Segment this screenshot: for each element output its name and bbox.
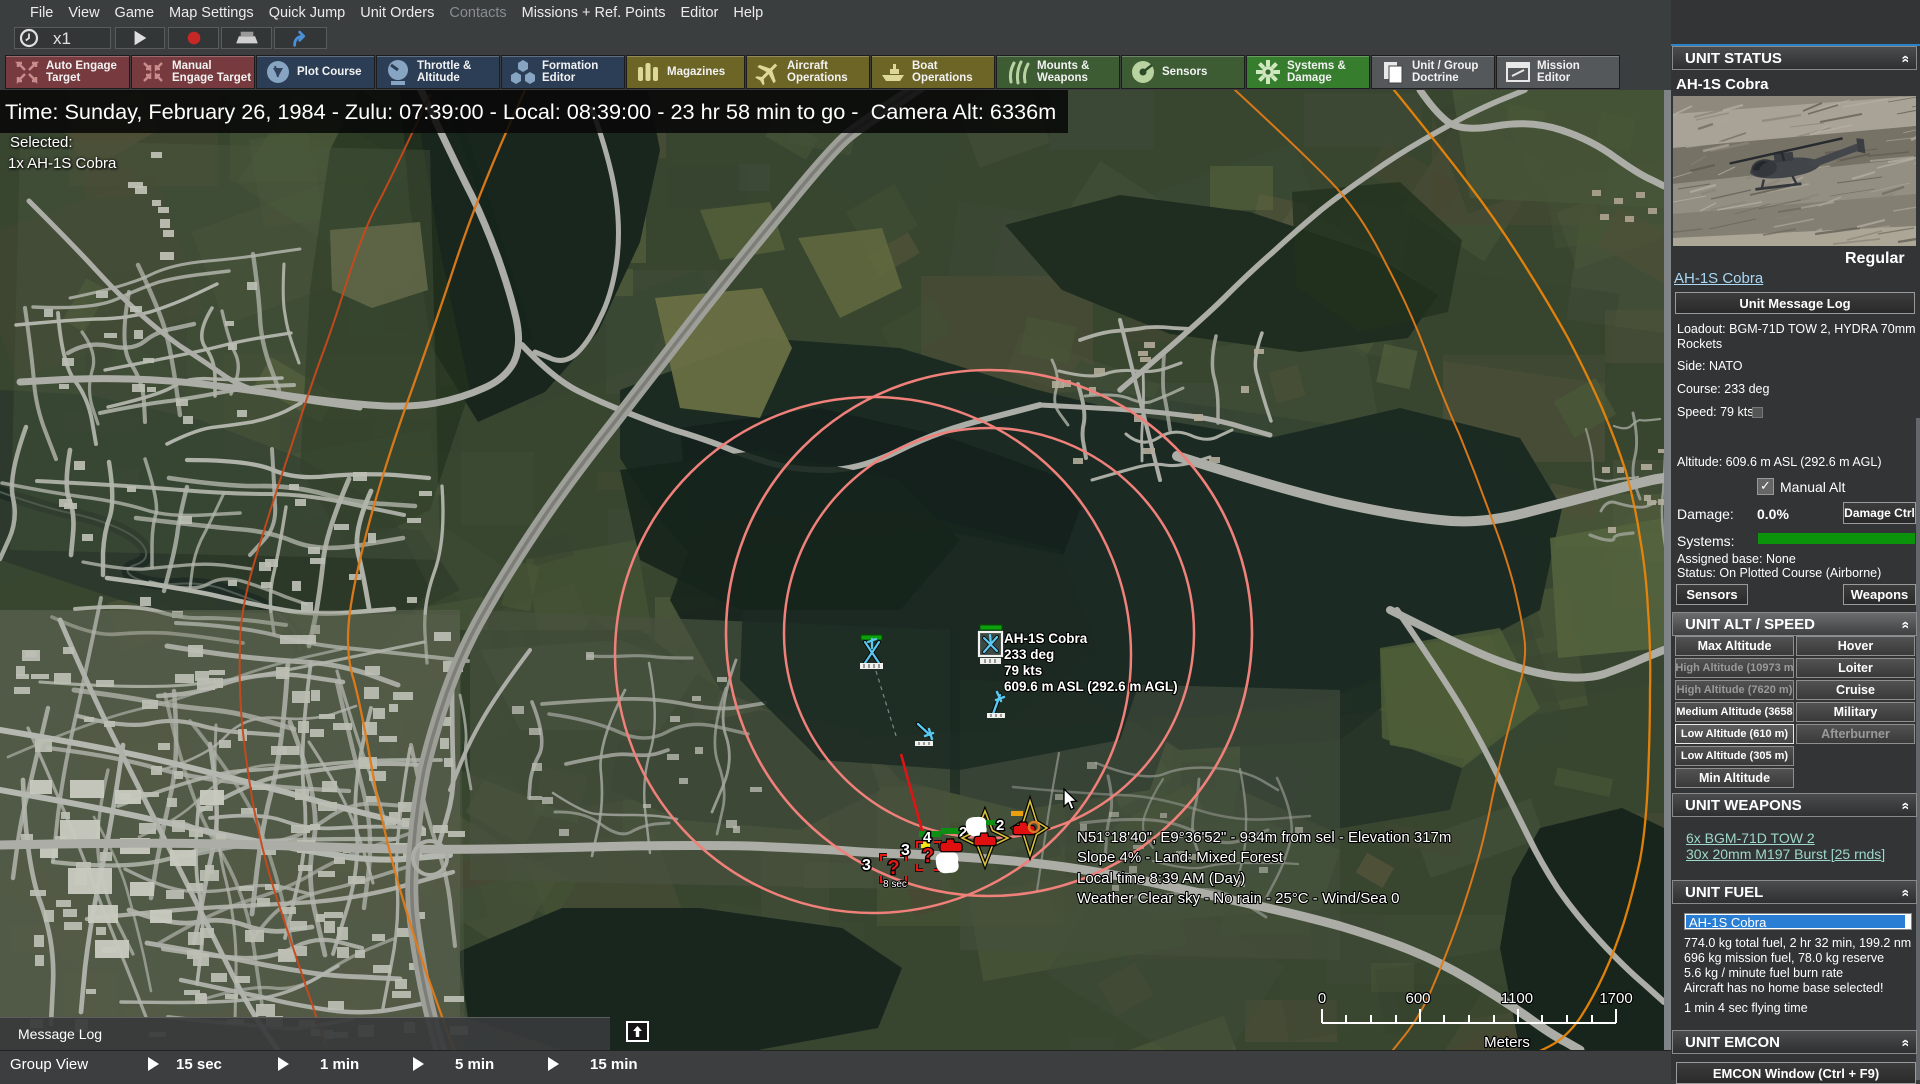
svg-text:79 kts: 79 kts bbox=[1004, 663, 1042, 678]
svg-text:3: 3 bbox=[862, 857, 871, 874]
svg-text:Meters: Meters bbox=[1484, 1034, 1530, 1050]
svg-text:8 sec: 8 sec bbox=[883, 879, 907, 890]
svg-text:233 deg: 233 deg bbox=[1004, 647, 1054, 662]
svg-text:x1: x1 bbox=[53, 29, 71, 48]
svg-text:?: ? bbox=[922, 845, 934, 867]
svg-text:600: 600 bbox=[1405, 990, 1430, 1007]
svg-text:AH-1S Cobra: AH-1S Cobra bbox=[1004, 631, 1088, 646]
svg-text:1100: 1100 bbox=[1501, 990, 1533, 1007]
svg-text:N51°18'40", E9°36'52" - 934m f: N51°18'40", E9°36'52" - 934m from sel - … bbox=[1077, 829, 1451, 846]
svg-text:0: 0 bbox=[1318, 990, 1326, 1007]
svg-text:Local time 8:39 AM (Day): Local time 8:39 AM (Day) bbox=[1077, 870, 1245, 887]
svg-text:?: ? bbox=[887, 857, 899, 879]
svg-text:Slope 4% - Land: Mixed Forest: Slope 4% - Land: Mixed Forest bbox=[1077, 849, 1284, 866]
svg-text:3: 3 bbox=[901, 842, 910, 859]
svg-text:2: 2 bbox=[996, 817, 1004, 834]
svg-text:1700: 1700 bbox=[1599, 990, 1632, 1007]
svg-text:4: 4 bbox=[923, 829, 932, 846]
svg-text:Weather Clear sky - No rain -: Weather Clear sky - No rain - 25°C - Win… bbox=[1077, 890, 1400, 907]
svg-text:609.6 m ASL (292.6 m AGL): 609.6 m ASL (292.6 m AGL) bbox=[1004, 679, 1178, 694]
